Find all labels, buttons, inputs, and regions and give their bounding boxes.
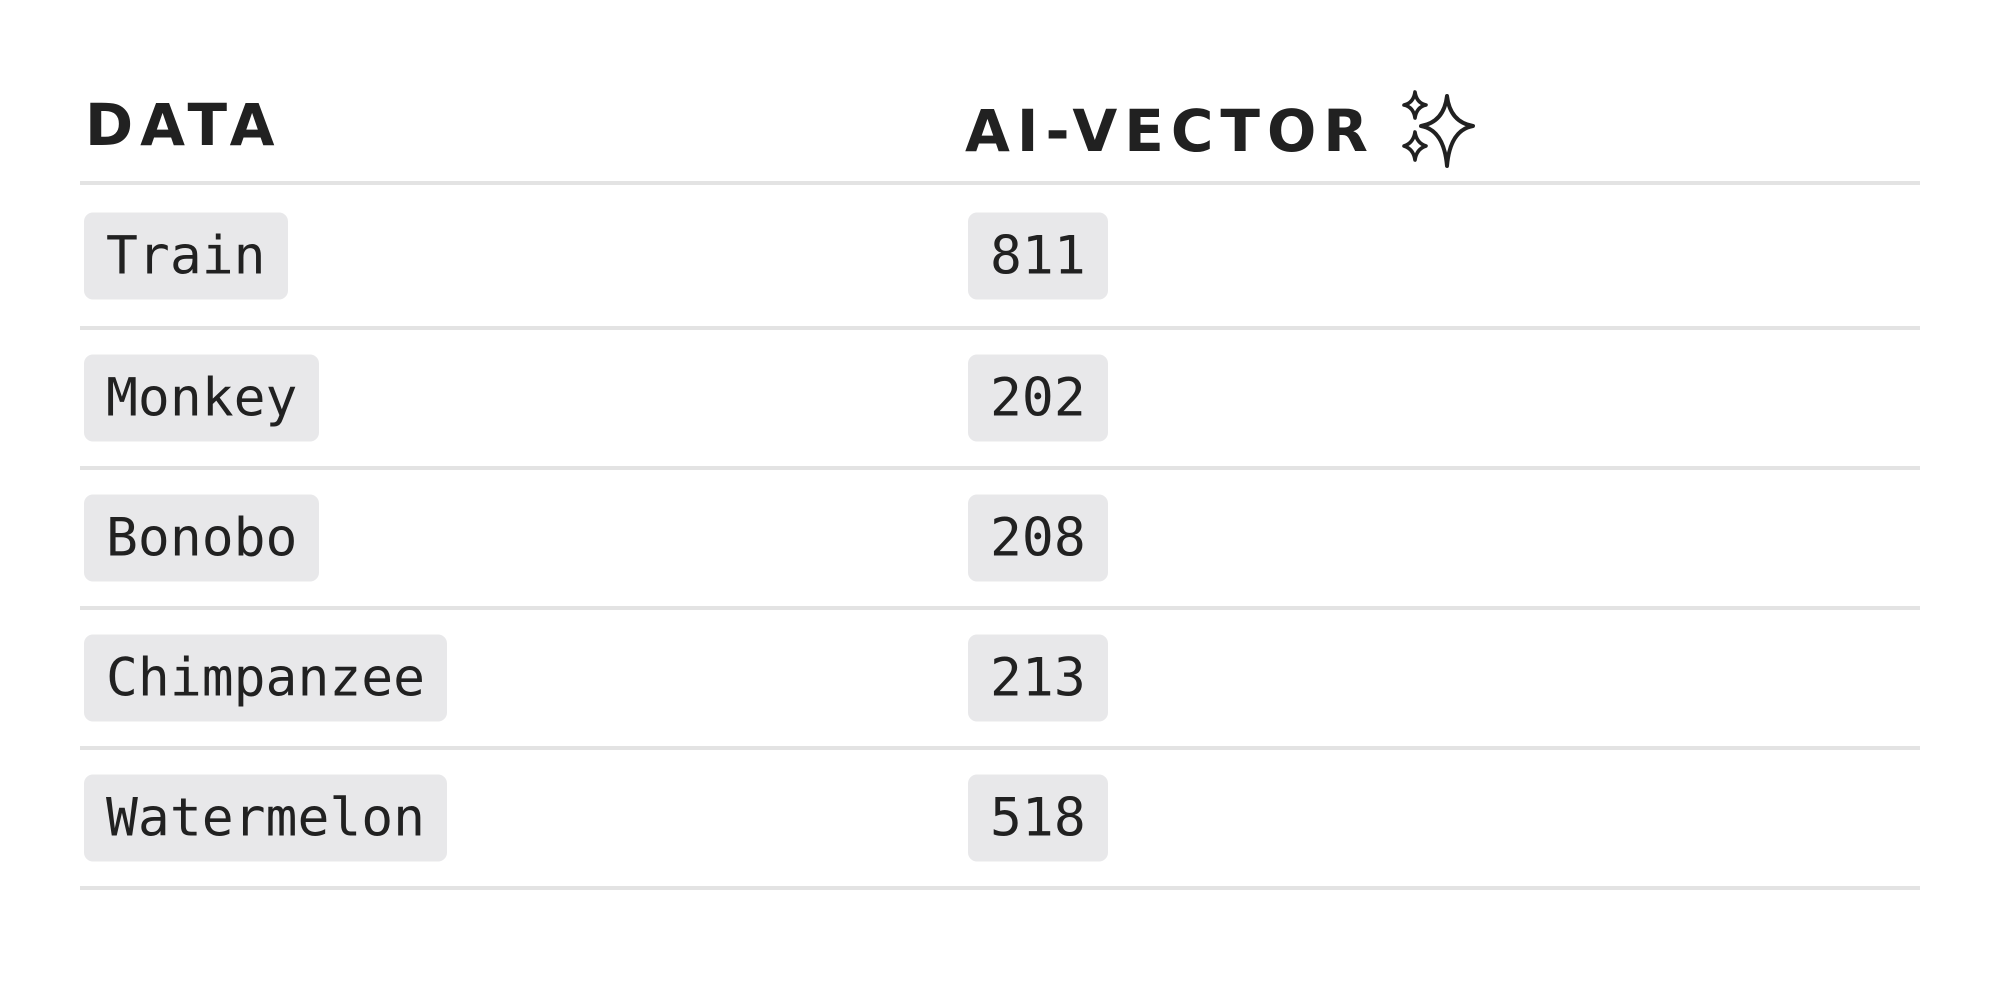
table-row: Watermelon 518 bbox=[80, 750, 1920, 890]
data-chip: Monkey bbox=[84, 354, 320, 442]
data-cell: Chimpanzee bbox=[84, 634, 448, 722]
vector-cell: 208 bbox=[968, 494, 1108, 582]
table-row: Chimpanzee 213 bbox=[80, 610, 1920, 750]
data-chip: Bonobo bbox=[84, 494, 320, 582]
data-chip: Chimpanzee bbox=[84, 634, 448, 722]
data-cell: Bonobo bbox=[84, 494, 320, 582]
data-cell: Watermelon bbox=[84, 774, 448, 862]
vector-chip: 213 bbox=[968, 634, 1108, 722]
data-table: DATA AI-VECTOR Train 811 Monkey 202 Bono… bbox=[80, 80, 1920, 890]
vector-cell: 811 bbox=[968, 212, 1108, 299]
column-header-data: DATA bbox=[85, 90, 281, 160]
column-header-data-label: DATA bbox=[85, 91, 282, 159]
table-header-row: DATA AI-VECTOR bbox=[80, 80, 1920, 185]
column-header-ai-vector: AI-VECTOR bbox=[965, 90, 1479, 172]
table-row: Train 811 bbox=[80, 185, 1920, 330]
table-row: Bonobo 208 bbox=[80, 470, 1920, 610]
vector-chip: 518 bbox=[968, 774, 1108, 862]
vector-cell: 213 bbox=[968, 634, 1108, 722]
column-header-ai-vector-label: AI-VECTOR bbox=[965, 97, 1375, 165]
vector-chip: 208 bbox=[968, 494, 1108, 582]
vector-chip: 811 bbox=[968, 212, 1108, 299]
table-row: Monkey 202 bbox=[80, 330, 1920, 470]
data-chip: Watermelon bbox=[84, 774, 448, 862]
vector-cell: 518 bbox=[968, 774, 1108, 862]
data-chip: Train bbox=[84, 212, 288, 299]
vector-cell: 202 bbox=[968, 354, 1108, 442]
sparkles-icon bbox=[1397, 90, 1479, 172]
vector-chip: 202 bbox=[968, 354, 1108, 442]
data-cell: Monkey bbox=[84, 354, 320, 442]
data-cell: Train bbox=[84, 212, 288, 299]
